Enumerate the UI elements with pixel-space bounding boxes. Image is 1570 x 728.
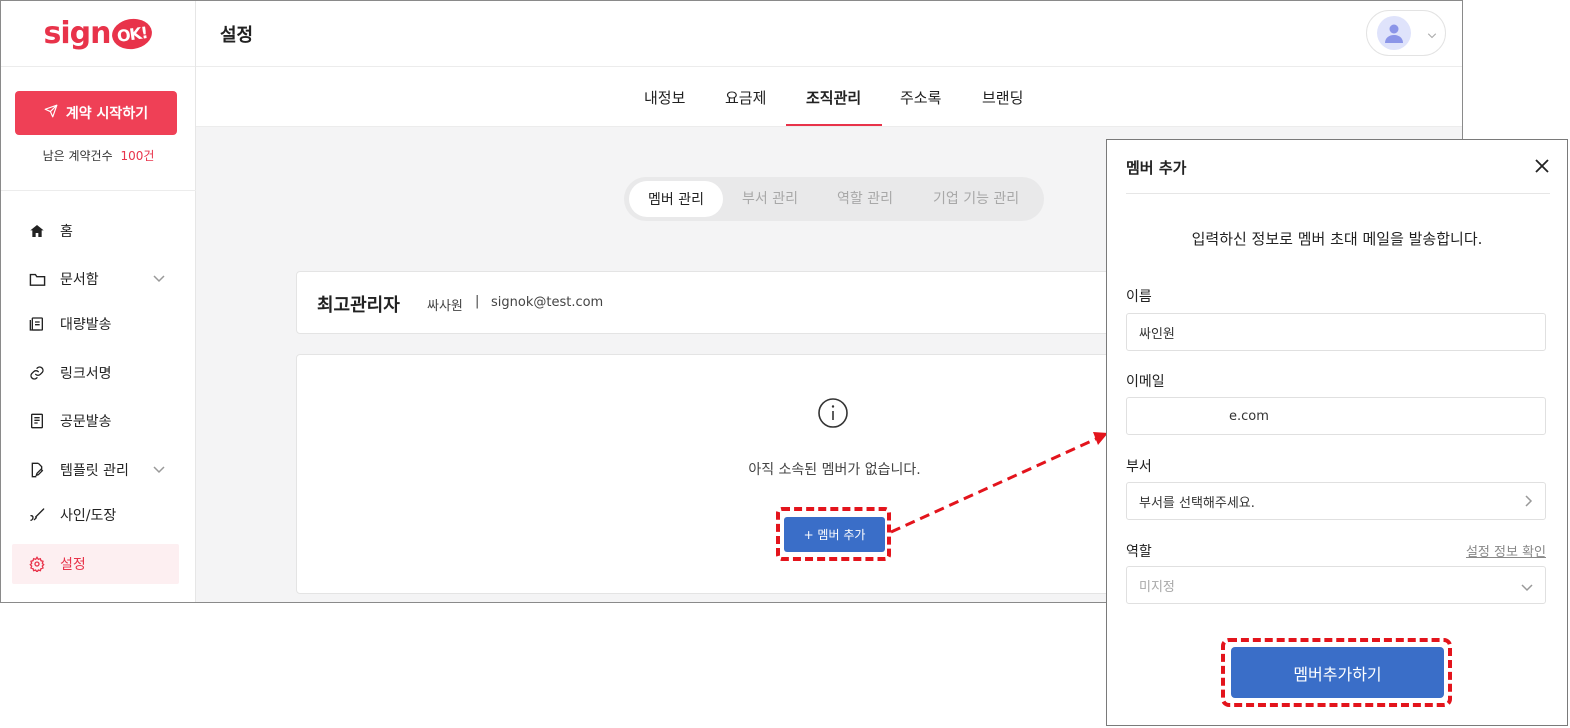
name-label: 이름	[1126, 289, 1152, 305]
sidebar-item-bulk-send[interactable]: 대량발송	[12, 304, 179, 344]
add-member-button[interactable]: + 멤버 추가	[784, 517, 885, 552]
member-empty-state: 아직 소속된 멤버가 없습니다. + 멤버 추가	[296, 354, 1196, 594]
sidebar-item-signature[interactable]: 사인/도장	[12, 495, 179, 535]
sidebar-item-label: 대량발송	[60, 317, 112, 333]
folder-icon	[28, 270, 46, 288]
name-field[interactable]	[1126, 313, 1546, 351]
chevron-down-icon	[1521, 581, 1533, 596]
admin-separator: |	[475, 294, 480, 309]
subtab-departments[interactable]: 부서 관리	[742, 188, 798, 208]
remaining-label: 남은 계약건수	[42, 149, 113, 163]
add-member-modal: 멤버 추가 입력하신 정보로 멤버 초대 메일을 발송합니다. 이름 이메일 e…	[1106, 139, 1568, 726]
gear-icon	[28, 555, 46, 573]
chevron-down-icon[interactable]	[153, 462, 165, 478]
department-label: 부서	[1126, 459, 1152, 475]
modal-title: 멤버 추가	[1126, 159, 1187, 177]
subtab-roles[interactable]: 역할 관리	[837, 188, 893, 208]
sidebar-item-link-sign[interactable]: 링크서명	[12, 353, 179, 393]
email-label: 이메일	[1126, 374, 1165, 390]
sidebar-divider	[1, 190, 196, 191]
role-select[interactable]: 미지정	[1126, 566, 1546, 604]
document-icon	[28, 412, 46, 430]
user-menu[interactable]	[1366, 10, 1446, 56]
admin-name: 싸사원	[427, 299, 463, 314]
chevron-down-icon[interactable]	[153, 271, 165, 287]
logo-area: sign OK!	[1, 1, 195, 67]
subtab-company-features[interactable]: 기업 기능 관리	[933, 188, 1019, 208]
tab-my-info[interactable]: 내정보	[644, 87, 685, 108]
department-value: 부서를 선택해주세요.	[1139, 495, 1255, 511]
tab-plan[interactable]: 요금제	[725, 87, 766, 108]
subtab-members[interactable]: 멤버 관리	[629, 181, 723, 217]
role-settings-link[interactable]: 설정 정보 확인	[1466, 541, 1546, 560]
logo-text: sign	[43, 16, 112, 51]
chevron-right-icon	[1525, 495, 1533, 511]
tab-branding[interactable]: 브랜딩	[982, 87, 1023, 108]
close-icon[interactable]	[1535, 158, 1549, 177]
sidebar-item-templates[interactable]: 템플릿 관리	[12, 450, 179, 490]
settings-tabs: 내정보 요금제 조직관리 주소록 브랜딩	[196, 67, 1462, 127]
sidebar-item-official-doc[interactable]: 공문발송	[12, 401, 179, 441]
template-icon	[28, 461, 46, 479]
start-contract-label: 계약 시작하기	[65, 106, 149, 122]
submit-add-member-button[interactable]: 멤버추가하기	[1231, 647, 1444, 698]
remaining-count: 100건	[120, 149, 155, 163]
role-value: 미지정	[1139, 579, 1175, 595]
sidebar-item-label: 공문발송	[60, 414, 112, 430]
modal-description: 입력하신 정보로 멤버 초대 메일을 발송합니다.	[1191, 230, 1483, 248]
chevron-down-icon[interactable]	[1427, 24, 1437, 43]
bulk-send-icon	[28, 315, 46, 333]
home-icon	[28, 222, 46, 240]
sidebar-item-label: 템플릿 관리	[60, 463, 129, 479]
sidebar-item-settings[interactable]: 설정	[12, 544, 179, 584]
super-admin-card: 최고관리자 싸사원 | signok@test.com	[296, 271, 1196, 334]
sidebar-item-label: 문서함	[60, 272, 99, 288]
sidebar-item-documents[interactable]: 문서함	[12, 259, 179, 299]
sidebar-item-label: 사인/도장	[60, 508, 117, 524]
modal-divider	[1126, 193, 1550, 194]
tab-address-book[interactable]: 주소록	[900, 87, 941, 108]
sidebar-item-label: 링크서명	[60, 366, 112, 382]
sidebar-item-home[interactable]: 홈	[12, 211, 179, 251]
admin-email: signok@test.com	[491, 295, 604, 310]
department-select[interactable]: 부서를 선택해주세요.	[1126, 482, 1546, 520]
sidebar-item-label: 홈	[60, 224, 73, 240]
org-subtabs: 멤버 관리 부서 관리 역할 관리 기업 기능 관리	[624, 177, 1044, 221]
avatar[interactable]	[1377, 16, 1411, 50]
sidebar: sign OK! 계약 시작하기 남은 계약건수 100건 홈 문서함 대량발송…	[1, 1, 196, 602]
signok-logo[interactable]: sign OK!	[43, 15, 155, 52]
start-contract-button[interactable]: 계약 시작하기	[15, 91, 177, 135]
email-field[interactable]: e.com	[1126, 397, 1546, 435]
admin-title: 최고관리자	[317, 295, 400, 316]
link-icon	[28, 364, 46, 382]
paper-plane-icon	[44, 104, 58, 122]
active-tab-indicator	[786, 124, 882, 126]
tab-organization[interactable]: 조직관리	[806, 87, 861, 108]
top-header: 설정	[196, 1, 1462, 67]
info-icon	[817, 397, 849, 433]
remaining-contracts: 남은 계약건수 100건	[1, 147, 196, 164]
sidebar-item-label: 설정	[60, 557, 86, 573]
page-title: 설정	[220, 25, 254, 46]
signature-icon	[28, 506, 46, 524]
logo-mark: OK!	[110, 15, 155, 52]
role-label: 역할	[1126, 544, 1152, 560]
